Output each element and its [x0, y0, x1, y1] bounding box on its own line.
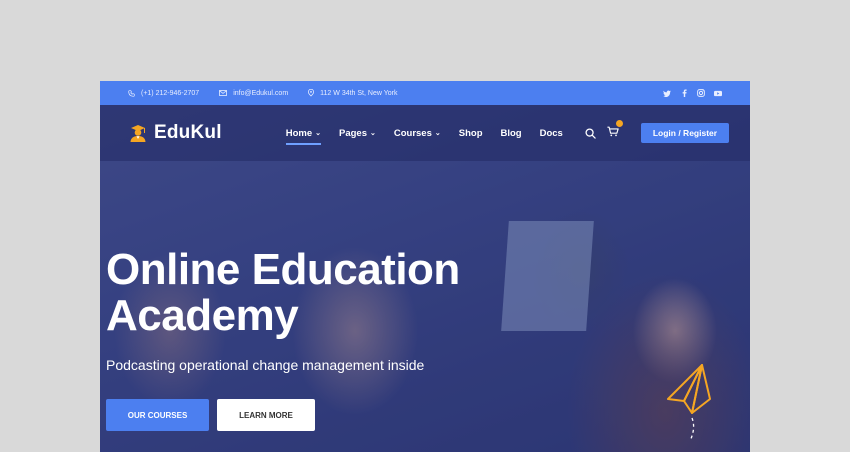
facebook-icon[interactable] — [680, 89, 688, 97]
map-pin-icon — [308, 89, 315, 97]
nav-item-blog[interactable]: Blog — [501, 128, 522, 139]
login-register-button[interactable]: Login / Register — [640, 123, 730, 143]
logo-text: EduKul — [154, 122, 222, 143]
cart-button[interactable] — [607, 120, 623, 142]
graduate-logo-icon — [130, 125, 146, 142]
email-text[interactable]: info@Edukul.com — [233, 90, 288, 97]
hero-subtitle: Podcasting operational change management… — [106, 357, 425, 373]
chevron-down-icon: ⌄ — [315, 130, 321, 137]
address-text: 112 W 34th St, New York — [320, 89, 398, 97]
top-info-bar: (+1) 212-946-2707 info@Edukul.com 112 W … — [100, 81, 750, 105]
our-courses-button[interactable]: OUR COURSES — [106, 399, 209, 431]
nav-item-label: Blog — [500, 127, 522, 139]
social-links — [663, 89, 722, 97]
email-info: info@Edukul.com — [219, 90, 288, 97]
chevron-down-icon: ⌄ — [434, 130, 441, 137]
nav-item-label: Courses — [393, 127, 432, 139]
site-logo[interactable]: EduKul — [128, 122, 222, 144]
nav-menu: Home ⌄ Pages ⌄ Courses ⌄ Shop Blog Docs — [285, 127, 563, 145]
cart-badge — [615, 120, 623, 127]
nav-item-label: Home — [285, 127, 313, 139]
nav-item-shop[interactable]: Shop — [459, 128, 483, 139]
nav-item-pages[interactable]: Pages ⌄ — [339, 128, 376, 139]
nav-icons — [585, 120, 623, 142]
nav-item-docs[interactable]: Docs — [540, 128, 563, 139]
hero-title: Online Education Academy — [106, 247, 626, 339]
nav-item-label: Shop — [458, 127, 483, 139]
search-icon[interactable] — [585, 127, 596, 139]
youtube-icon[interactable] — [714, 89, 722, 97]
hero-title-line: Academy — [106, 291, 299, 340]
instagram-icon[interactable] — [697, 89, 705, 97]
phone-text[interactable]: (+1) 212-946-2707 — [141, 90, 199, 97]
chevron-down-icon: ⌄ — [369, 130, 376, 137]
contact-info: (+1) 212-946-2707 info@Edukul.com 112 W … — [128, 89, 417, 97]
main-navigation: EduKul Home ⌄ Pages ⌄ Courses ⌄ Shop Blo… — [100, 105, 750, 161]
address-info: 112 W 34th St, New York — [308, 89, 397, 97]
nav-item-courses[interactable]: Courses ⌄ — [394, 128, 441, 139]
nav-item-label: Pages — [338, 127, 367, 139]
nav-item-label: Docs — [539, 127, 563, 139]
mail-icon — [219, 90, 228, 96]
hero-title-line: Online Education — [106, 245, 460, 294]
phone-info: (+1) 212-946-2707 — [128, 90, 199, 97]
cart-icon — [607, 126, 619, 137]
paper-plane-icon — [667, 364, 711, 442]
phone-icon — [128, 89, 135, 97]
learn-more-button[interactable]: LEARN MORE — [217, 399, 315, 431]
site-frame: (+1) 212-946-2707 info@Edukul.com 112 W … — [100, 81, 750, 452]
nav-item-home[interactable]: Home ⌄ — [285, 127, 322, 145]
twitter-icon[interactable] — [663, 89, 671, 97]
